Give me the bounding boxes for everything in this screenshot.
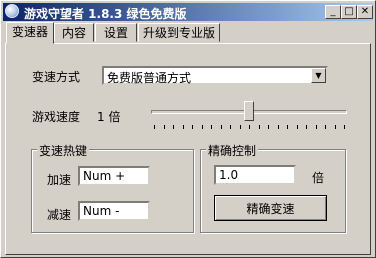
slider-tick <box>306 125 307 129</box>
slider-tick <box>230 125 231 129</box>
speed-label: 游戏速度 <box>32 110 81 124</box>
maximize-button[interactable]: □ <box>341 5 357 19</box>
tab-settings[interactable]: 设置 <box>95 23 137 42</box>
slider-tick <box>192 125 193 129</box>
accelerate-label: 加速 <box>47 173 72 187</box>
precise-control-title: 精确控制 <box>206 142 259 159</box>
slider-tick <box>154 125 155 129</box>
decelerate-hotkey-value: Num - <box>83 204 120 218</box>
slider-tick <box>173 125 174 129</box>
slider-tick <box>278 125 279 129</box>
precise-unit-label: 倍 <box>312 171 325 185</box>
main-window: 游戏守望者 1.8.3 绿色免费版 _ □ ✕ 变速器 内容 设置 升级到专业版… <box>0 0 376 258</box>
slider-tick <box>325 125 326 129</box>
slider-tick <box>211 125 212 129</box>
slider-tick <box>268 125 269 129</box>
mode-value: 免费版普通方式 <box>107 71 192 85</box>
mode-dropdown[interactable]: 免费版普通方式 ▼ <box>102 66 328 85</box>
precise-speed-input[interactable]: 1.0 <box>214 165 296 185</box>
decelerate-label: 减速 <box>47 208 72 222</box>
speed-slider-thumb[interactable] <box>244 101 254 121</box>
tab-speeder[interactable]: 变速器 <box>6 22 54 44</box>
slider-tick <box>335 125 336 129</box>
slider-tick <box>164 125 165 129</box>
slider-tick <box>202 125 203 129</box>
hotkey-group-title: 变速热键 <box>37 142 90 159</box>
app-icon <box>5 4 19 18</box>
slider-tick <box>249 125 250 129</box>
close-icon: ✕ <box>360 6 370 17</box>
tab-upgrade[interactable]: 升级到专业版 <box>138 23 220 42</box>
accelerate-hotkey-input[interactable]: Num + <box>78 166 150 186</box>
decelerate-hotkey-input[interactable]: Num - <box>78 201 150 221</box>
slider-tick <box>287 125 288 129</box>
chevron-down-icon[interactable]: ▼ <box>311 68 326 83</box>
slider-tick <box>344 125 345 129</box>
slider-tick <box>221 125 222 129</box>
slider-tick <box>259 125 260 129</box>
mode-label: 变速方式 <box>32 70 81 84</box>
title-bar[interactable]: 游戏守望者 1.8.3 绿色免费版 _ □ ✕ <box>3 3 373 21</box>
maximize-icon: □ <box>344 6 354 17</box>
tab-content[interactable]: 内容 <box>54 23 94 42</box>
close-button[interactable]: ✕ <box>357 5 373 19</box>
precise-speed-button-label: 精确变速 <box>246 201 295 216</box>
precise-speed-button[interactable]: 精确变速 <box>214 195 327 221</box>
speed-value: 1 倍 <box>97 110 121 124</box>
slider-tick <box>183 125 184 129</box>
minimize-icon: _ <box>330 6 336 17</box>
window-title: 游戏守望者 1.8.3 绿色免费版 <box>24 7 187 21</box>
slider-tick <box>297 125 298 129</box>
precise-speed-value: 1.0 <box>219 168 239 182</box>
slider-tick <box>240 125 241 129</box>
slider-tick <box>316 125 317 129</box>
accelerate-hotkey-value: Num + <box>83 169 126 183</box>
minimize-button[interactable]: _ <box>325 5 341 19</box>
